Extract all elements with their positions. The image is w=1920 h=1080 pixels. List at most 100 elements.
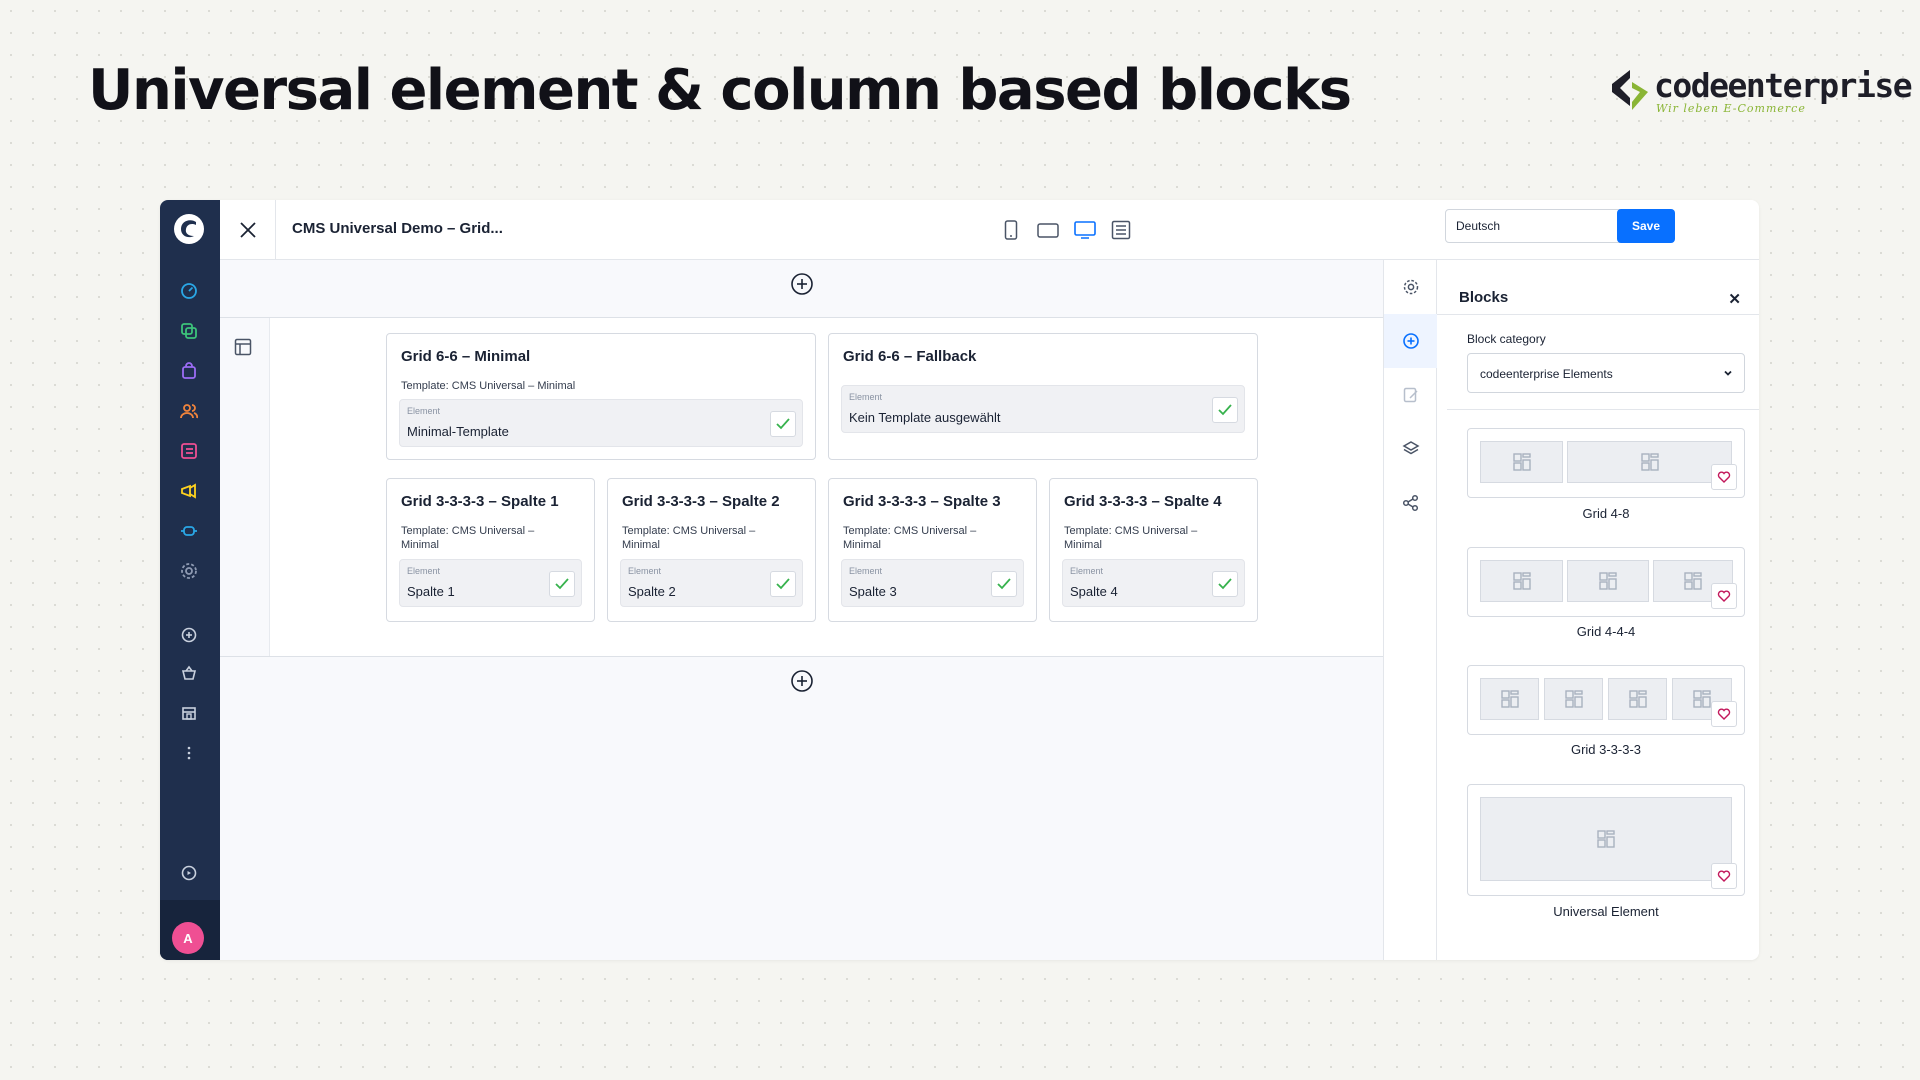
block-preview[interactable] [1467,665,1745,735]
block-category-select[interactable]: codeenterprise Elements [1467,353,1745,393]
settings-icon[interactable] [178,560,200,582]
save-button[interactable]: Save [1617,209,1675,243]
cms-section: Grid 6-6 – Minimal Template: CMS Univers… [220,317,1383,657]
slide-title: Universal element & column based blocks [88,58,1352,123]
block-name: Grid 4-4-4 [1576,624,1636,639]
heart-icon[interactable] [1711,863,1737,889]
grid-icon [1480,797,1732,881]
tablet-icon[interactable] [1035,217,1061,243]
sidebar-tabs [1383,260,1437,960]
heart-icon[interactable] [1711,464,1737,490]
heart-icon[interactable] [1711,583,1737,609]
card-template: Template: CMS Universal – Minimal [401,380,576,392]
block-card[interactable]: Grid 3-3-3-3 – Spalte 3 Template: CMS Un… [828,478,1037,622]
card-title: Grid 3-3-3-3 – Spalte 2 [622,493,780,510]
store-icon[interactable] [178,702,200,724]
content-icon[interactable] [178,440,200,462]
element-field[interactable]: Element Minimal-Template [399,399,803,447]
element-label: Element [407,406,441,416]
block-name: Grid 4-8 [1582,506,1630,521]
card-template: Template: CMS Universal – Minimal [401,525,535,551]
card-title: Grid 6-6 – Fallback [843,348,977,365]
orders-icon[interactable] [178,360,200,382]
panel-title: Blocks [1459,289,1509,306]
edit-icon[interactable] [1384,368,1437,422]
chevron-down-icon [1724,370,1732,376]
element-label: Element [1070,566,1104,576]
element-field[interactable]: Element Kein Template ausgewählt [841,385,1245,433]
blocks-panel: Blocks ✕ Block category codeenterprise E… [1437,260,1759,960]
element-value: Spalte 4 [1070,584,1118,599]
extensions-icon[interactable] [178,520,200,542]
desktop-icon[interactable] [1072,217,1098,243]
check-icon[interactable] [549,571,575,597]
block-preview[interactable] [1467,547,1745,617]
check-icon[interactable] [991,571,1017,597]
block-card[interactable]: Grid 6-6 – Minimal Template: CMS Univers… [386,333,816,460]
catalogue-icon[interactable] [178,320,200,342]
element-value: Kein Template ausgewählt [849,410,1001,425]
marketing-icon[interactable] [178,480,200,502]
language-value: Deutsch [1456,219,1501,233]
grid-icon [1544,678,1603,720]
main-navigation: A [160,200,220,960]
add-section-icon[interactable] [790,272,814,296]
add-section-bottom [220,669,1383,693]
avatar[interactable]: A [172,922,204,954]
close-icon [239,222,256,238]
dashboard-icon[interactable] [178,280,200,302]
card-title: Grid 3-3-3-3 – Spalte 1 [401,493,559,510]
element-value: Spalte 1 [407,584,455,599]
card-title: Grid 3-3-3-3 – Spalte 4 [1064,493,1222,510]
section-layout-icon[interactable] [234,338,252,356]
add-section-top [220,272,1383,296]
customers-icon[interactable] [178,400,200,422]
close-icon[interactable]: ✕ [1728,290,1741,308]
check-icon[interactable] [770,571,796,597]
card-template: Template: CMS Universal – Minimal [622,525,756,551]
panel-header: Blocks ✕ [1437,260,1759,315]
element-label: Element [849,392,883,402]
grid-icon [1608,678,1667,720]
mobile-icon[interactable] [998,217,1024,243]
element-value: Spalte 2 [628,584,676,599]
add-block-icon[interactable] [1384,314,1437,368]
admin-window: A CMS Universal Demo – Grid... Deutsch S… [160,200,1759,960]
element-field[interactable]: Element Spalte 3 [841,559,1024,607]
add-section-icon[interactable] [790,669,814,693]
heart-icon[interactable] [1711,701,1737,727]
check-icon[interactable] [770,411,796,437]
block-preview[interactable] [1467,784,1745,896]
divider [1447,409,1759,410]
block-card[interactable]: Grid 3-3-3-3 – Spalte 4 Template: CMS Un… [1049,478,1258,622]
block-card[interactable]: Grid 3-3-3-3 – Spalte 1 Template: CMS Un… [386,478,595,622]
share-icon[interactable] [1384,476,1437,530]
basket-icon[interactable] [178,662,200,684]
settings-icon[interactable] [1384,260,1437,314]
element-field[interactable]: Element Spalte 4 [1062,559,1245,607]
brand-name: codeenterprise [1654,66,1913,105]
element-field[interactable]: Element Spalte 1 [399,559,582,607]
check-icon[interactable] [1212,397,1238,423]
block-card[interactable]: Grid 6-6 – Fallback Element Kein Templat… [828,333,1258,460]
help-icon[interactable] [178,862,200,884]
block-preview[interactable] [1467,428,1745,498]
block-name: Universal Element [1553,904,1659,919]
layers-icon[interactable] [1384,422,1437,476]
list-view-icon[interactable] [1108,217,1134,243]
element-field[interactable]: Element Spalte 2 [620,559,803,607]
grid-icon [1567,441,1732,483]
add-icon[interactable] [178,624,200,646]
block-card[interactable]: Grid 3-3-3-3 – Spalte 2 Template: CMS Un… [607,478,816,622]
editor-topbar: CMS Universal Demo – Grid... Deutsch Sav… [220,200,1759,260]
card-template: Template: CMS Universal – Minimal [843,525,977,551]
card-template: Template: CMS Universal – Minimal [1064,525,1198,551]
more-icon[interactable] [178,742,200,764]
element-label: Element [849,566,883,576]
block-category-label: Block category [1467,332,1546,346]
check-icon[interactable] [1212,571,1238,597]
brand-logo: codeenterprise Wir leben E-Commerce [1610,64,1913,120]
shopware-logo-icon[interactable] [172,212,206,246]
grid-icon [1480,678,1539,720]
close-button[interactable] [220,200,276,260]
